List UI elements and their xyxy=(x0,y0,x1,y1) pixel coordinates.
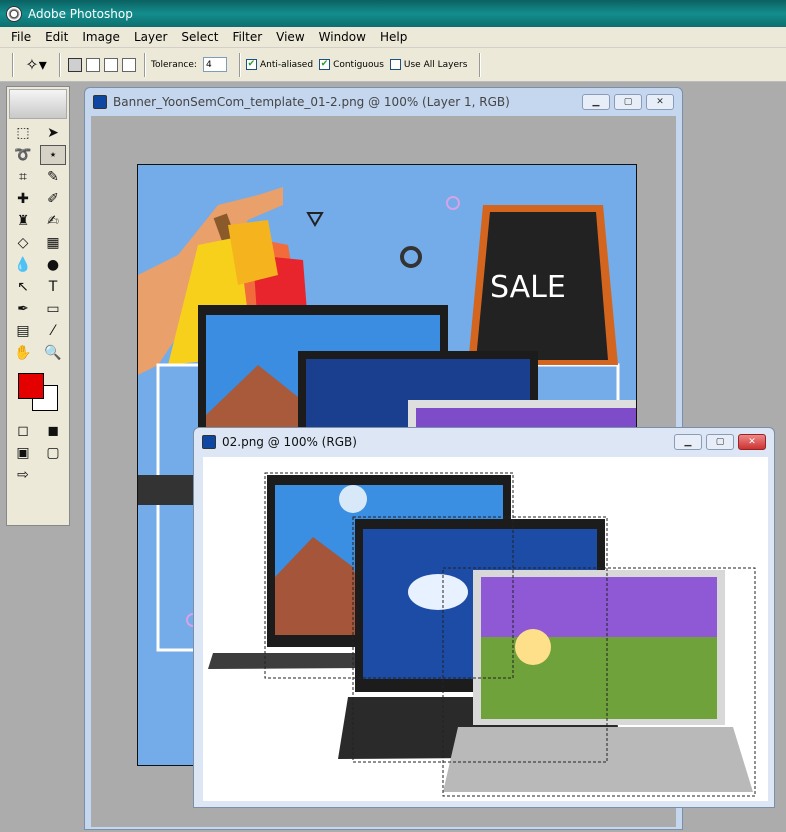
healing-brush-tool-icon[interactable]: ✚ xyxy=(10,189,36,209)
notes-tool-icon[interactable]: ▤ xyxy=(10,321,36,341)
close-button[interactable]: ✕ xyxy=(738,434,766,450)
intersect-selection-button[interactable] xyxy=(122,57,136,72)
menu-file[interactable]: File xyxy=(4,30,38,44)
full-screen-mode-icon[interactable]: ▢ xyxy=(40,443,66,463)
dodge-tool-icon[interactable]: ● xyxy=(40,255,66,275)
add-to-selection-button[interactable] xyxy=(86,57,100,72)
minimize-button[interactable]: ▁ xyxy=(582,94,610,110)
toolbox: ⬚ ➤ ➰ ⋆ ⌗ ✎ ✚ ✐ ♜ ✍ ◇ ▦ 💧 ● ↖ T ✒ ▭ ▤ ⁄ … xyxy=(6,86,70,526)
move-tool-icon[interactable]: ➤ xyxy=(40,123,66,143)
checkmark-icon: ✔ xyxy=(319,59,331,70)
menu-image[interactable]: Image xyxy=(75,30,127,44)
app-title: Adobe Photoshop xyxy=(28,6,133,21)
menu-bar: File Edit Image Layer Select Filter View… xyxy=(0,27,786,48)
use-all-layers-checkbox[interactable]: Use All Layers xyxy=(389,59,468,70)
menu-layer[interactable]: Layer xyxy=(127,30,174,44)
hand-tool-icon[interactable]: ✋ xyxy=(10,343,36,363)
new-selection-button[interactable] xyxy=(68,57,82,72)
standard-mode-icon[interactable]: ◻ xyxy=(10,421,36,441)
gradient-tool-icon[interactable]: ▦ xyxy=(40,233,66,253)
laptops-document-window[interactable]: 02.png @ 100% (RGB) ▁ ▢ ✕ xyxy=(193,427,775,808)
adobe-online-logo[interactable] xyxy=(9,89,67,119)
marquee-tool-icon[interactable]: ⬚ xyxy=(10,123,36,143)
use-all-layers-label: Use All Layers xyxy=(403,59,468,70)
shape-tool-icon[interactable]: ▭ xyxy=(40,299,66,319)
photoshop-app-icon xyxy=(6,5,22,22)
pen-tool-icon[interactable]: ✒ xyxy=(10,299,36,319)
close-button[interactable]: ✕ xyxy=(646,94,674,110)
document-title: 02.png @ 100% (RGB) xyxy=(222,435,357,449)
document-icon xyxy=(93,95,107,109)
sale-sign-text: SALE xyxy=(490,270,566,305)
screen-mode-icon[interactable]: ▣ xyxy=(10,443,36,463)
minimize-button[interactable]: ▁ xyxy=(674,434,702,450)
tolerance-input[interactable] xyxy=(202,57,227,72)
maximize-button[interactable]: ▢ xyxy=(614,94,642,110)
contiguous-checkbox[interactable]: ✔ Contiguous xyxy=(319,59,384,70)
blur-tool-icon[interactable]: 💧 xyxy=(10,255,36,275)
color-swatches xyxy=(10,369,66,415)
magic-wand-tool-preset-icon[interactable]: ✧▾ xyxy=(19,55,53,74)
path-selection-tool-icon[interactable]: ↖ xyxy=(10,277,36,297)
menu-help[interactable]: Help xyxy=(373,30,414,44)
checkmark-icon: ✔ xyxy=(245,59,257,70)
foreground-color-swatch[interactable] xyxy=(18,373,44,399)
laptops-artwork xyxy=(208,472,756,797)
quick-mask-mode-icon[interactable]: ◼ xyxy=(40,421,66,441)
type-tool-icon[interactable]: T xyxy=(40,277,66,297)
subtract-from-selection-button[interactable] xyxy=(104,57,118,72)
slice-tool-icon[interactable]: ✎ xyxy=(40,167,66,187)
menu-view[interactable]: View xyxy=(269,30,311,44)
jump-to-imageready-icon[interactable]: ⇨ xyxy=(10,465,36,485)
maximize-button[interactable]: ▢ xyxy=(706,434,734,450)
menu-filter[interactable]: Filter xyxy=(225,30,269,44)
history-brush-tool-icon[interactable]: ✍ xyxy=(40,211,66,231)
zoom-tool-icon[interactable]: 🔍 xyxy=(40,343,66,363)
contiguous-label: Contiguous xyxy=(333,59,384,70)
app-title-bar: Adobe Photoshop xyxy=(0,0,786,27)
divider xyxy=(238,52,240,77)
crop-tool-icon[interactable]: ⌗ xyxy=(10,167,36,187)
document-icon xyxy=(202,435,216,449)
divider xyxy=(59,52,60,77)
brush-tool-icon[interactable]: ✐ xyxy=(40,189,66,209)
tolerance-label: Tolerance: xyxy=(151,59,197,70)
document-title: Banner_YoonSemCom_template_01-2.png @ 10… xyxy=(113,95,510,109)
divider xyxy=(479,52,481,77)
lasso-tool-icon[interactable]: ➰ xyxy=(10,145,36,165)
eraser-tool-icon[interactable]: ◇ xyxy=(10,233,36,253)
menu-select[interactable]: Select xyxy=(174,30,225,44)
clone-stamp-tool-icon[interactable]: ♜ xyxy=(10,211,36,231)
anti-aliased-label: Anti-aliased xyxy=(259,59,314,70)
options-bar: ✧▾ Tolerance: ✔Anti-aliased ✔Contiguous … xyxy=(0,48,786,82)
anti-aliased-checkbox[interactable]: ✔ Anti-aliased xyxy=(245,59,314,70)
menu-window[interactable]: Window xyxy=(312,30,373,44)
magic-wand-tool-icon[interactable]: ⋆ xyxy=(40,145,66,165)
options-grip xyxy=(12,52,13,77)
menu-edit[interactable]: Edit xyxy=(38,30,75,44)
eyedropper-tool-icon[interactable]: ⁄ xyxy=(40,321,66,341)
document-canvas-area[interactable] xyxy=(203,457,768,801)
unchecked-box xyxy=(389,59,401,70)
divider xyxy=(144,52,145,77)
